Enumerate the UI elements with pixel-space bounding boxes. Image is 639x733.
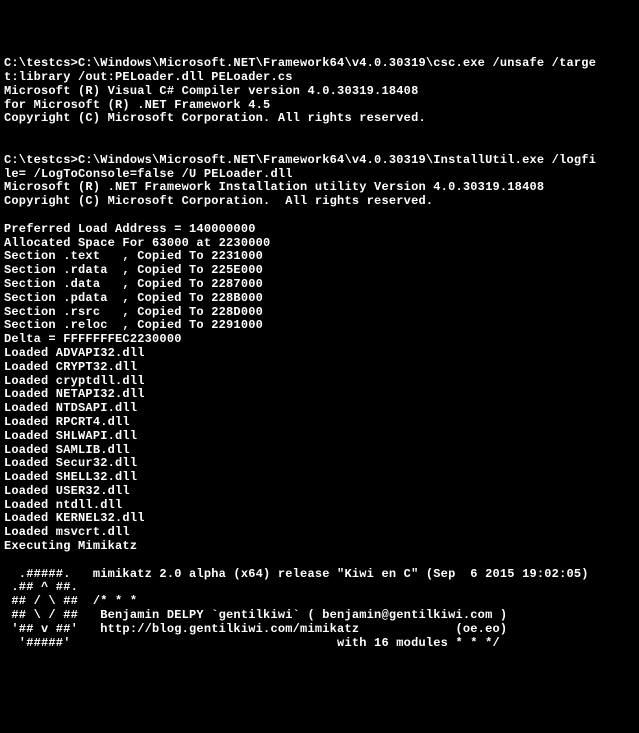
terminal-line: C:\testcs>C:\Windows\Microsoft.NET\Frame… — [4, 57, 635, 71]
terminal-line: '## v ##' http://blog.gentilkiwi.com/mim… — [4, 623, 635, 637]
terminal-line: Loaded cryptdll.dll — [4, 375, 635, 389]
terminal-line: Loaded SHELL32.dll — [4, 471, 635, 485]
terminal-line — [4, 209, 635, 223]
terminal-line: Loaded RPCRT4.dll — [4, 416, 635, 430]
terminal-line: Loaded NETAPI32.dll — [4, 388, 635, 402]
terminal-line: ## / \ ## /* * * — [4, 595, 635, 609]
terminal-line: Section .reloc , Copied To 2291000 — [4, 319, 635, 333]
terminal-line: Copyright (C) Microsoft Corporation. All… — [4, 112, 635, 126]
terminal-line: Loaded NTDSAPI.dll — [4, 402, 635, 416]
terminal-line: Loaded Secur32.dll — [4, 457, 635, 471]
terminal-line: Loaded USER32.dll — [4, 485, 635, 499]
terminal-line — [4, 554, 635, 568]
terminal-line: '#####' with 16 modules * * */ — [4, 637, 635, 651]
terminal-line: Section .data , Copied To 2287000 — [4, 278, 635, 292]
terminal-line: le= /LogToConsole=false /U PELoader.dll — [4, 168, 635, 182]
terminal-line: Allocated Space For 63000 at 2230000 — [4, 237, 635, 251]
terminal-line: Section .text , Copied To 2231000 — [4, 250, 635, 264]
terminal-line: Section .rdata , Copied To 225E000 — [4, 264, 635, 278]
terminal-line — [4, 126, 635, 140]
terminal-line: Loaded msvcrt.dll — [4, 526, 635, 540]
terminal-output[interactable]: C:\testcs>C:\Windows\Microsoft.NET\Frame… — [4, 57, 635, 664]
terminal-line: Microsoft (R) .NET Framework Installatio… — [4, 181, 635, 195]
terminal-line — [4, 140, 635, 154]
terminal-line: Preferred Load Address = 140000000 — [4, 223, 635, 237]
terminal-line: Microsoft (R) Visual C# Compiler version… — [4, 85, 635, 99]
terminal-line: Loaded CRYPT32.dll — [4, 361, 635, 375]
terminal-line — [4, 650, 635, 664]
terminal-line: C:\testcs>C:\Windows\Microsoft.NET\Frame… — [4, 154, 635, 168]
terminal-line: Loaded SAMLIB.dll — [4, 444, 635, 458]
terminal-line: Loaded KERNEL32.dll — [4, 512, 635, 526]
terminal-line: Copyright (C) Microsoft Corporation. All… — [4, 195, 635, 209]
terminal-line: .#####. mimikatz 2.0 alpha (x64) release… — [4, 568, 635, 582]
terminal-line: Loaded ntdll.dll — [4, 499, 635, 513]
terminal-line: Loaded SHLWAPI.dll — [4, 430, 635, 444]
terminal-line: .## ^ ##. — [4, 581, 635, 595]
terminal-line: Section .rsrc , Copied To 228D000 — [4, 306, 635, 320]
terminal-line: t:library /out:PELoader.dll PELoader.cs — [4, 71, 635, 85]
terminal-line: Executing Mimikatz — [4, 540, 635, 554]
terminal-line: for Microsoft (R) .NET Framework 4.5 — [4, 99, 635, 113]
terminal-line: Delta = FFFFFFFEC2230000 — [4, 333, 635, 347]
terminal-line: Section .pdata , Copied To 228B000 — [4, 292, 635, 306]
terminal-line: ## \ / ## Benjamin DELPY `gentilkiwi` ( … — [4, 609, 635, 623]
terminal-line: Loaded ADVAPI32.dll — [4, 347, 635, 361]
